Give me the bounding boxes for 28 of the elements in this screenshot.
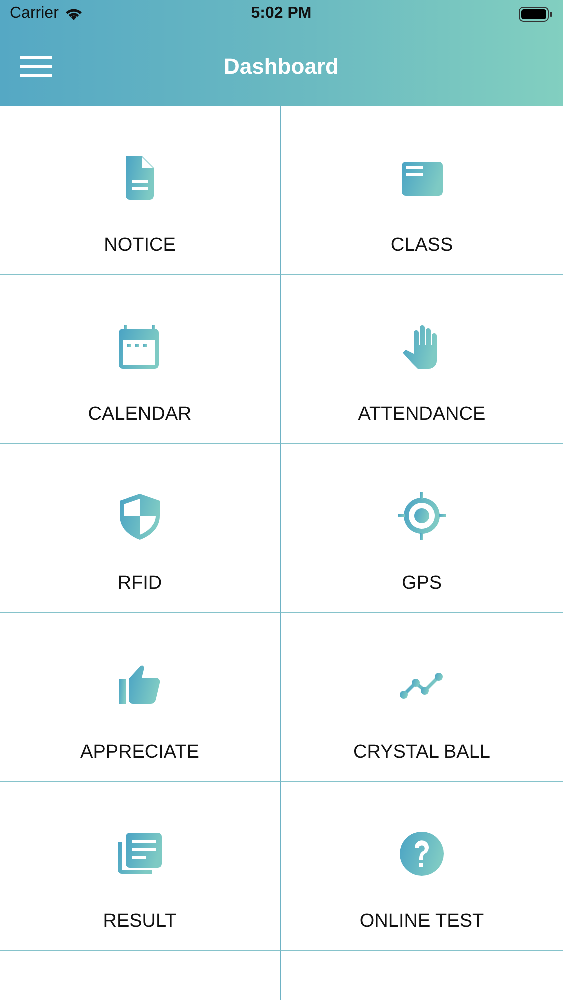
menu-icon[interactable]: [20, 56, 52, 78]
tile-label: CALENDAR: [88, 404, 192, 426]
dashboard-tile[interactable]: CALENDAR: [0, 275, 281, 444]
dashboard-tile[interactable]: GPS: [281, 444, 563, 613]
dashboard-tile[interactable]: CRYSTAL BALL: [281, 613, 563, 782]
help-icon: [398, 830, 446, 878]
target-icon: [398, 492, 446, 540]
dashboard-tile[interactable]: ONLINE TEST: [281, 782, 563, 951]
tile-label: CLASS: [390, 235, 454, 257]
dashboard-tile[interactable]: CLASS: [281, 106, 563, 275]
dashboard-tile[interactable]: RESULT: [0, 782, 281, 951]
battery-icon: [519, 6, 553, 22]
screen-title: Dashboard: [224, 54, 339, 80]
tile-label: APPRECIATE: [80, 742, 200, 764]
tile-label: ATTENDANCE: [358, 404, 486, 426]
tile-label: GPS: [402, 573, 442, 595]
dashboard-tile[interactable]: ATTENDANCE: [281, 275, 563, 444]
tile-label: ONLINE TEST: [360, 911, 484, 933]
dashboard-tile[interactable]: NOTICE: [0, 106, 281, 275]
dashboard-tile[interactable]: APPRECIATE: [0, 613, 281, 782]
clock-time: 5:02 PM: [251, 5, 312, 23]
carrier-label: Carrier: [10, 5, 59, 23]
tile-label: RFID: [118, 573, 162, 595]
tile-label: RESULT: [103, 911, 177, 933]
wifi-icon: [64, 8, 83, 20]
dashboard-tile[interactable]: RFID: [0, 444, 281, 613]
tile-label: NOTICE: [104, 235, 176, 257]
tile-label: CRYSTAL BALL: [354, 742, 490, 764]
